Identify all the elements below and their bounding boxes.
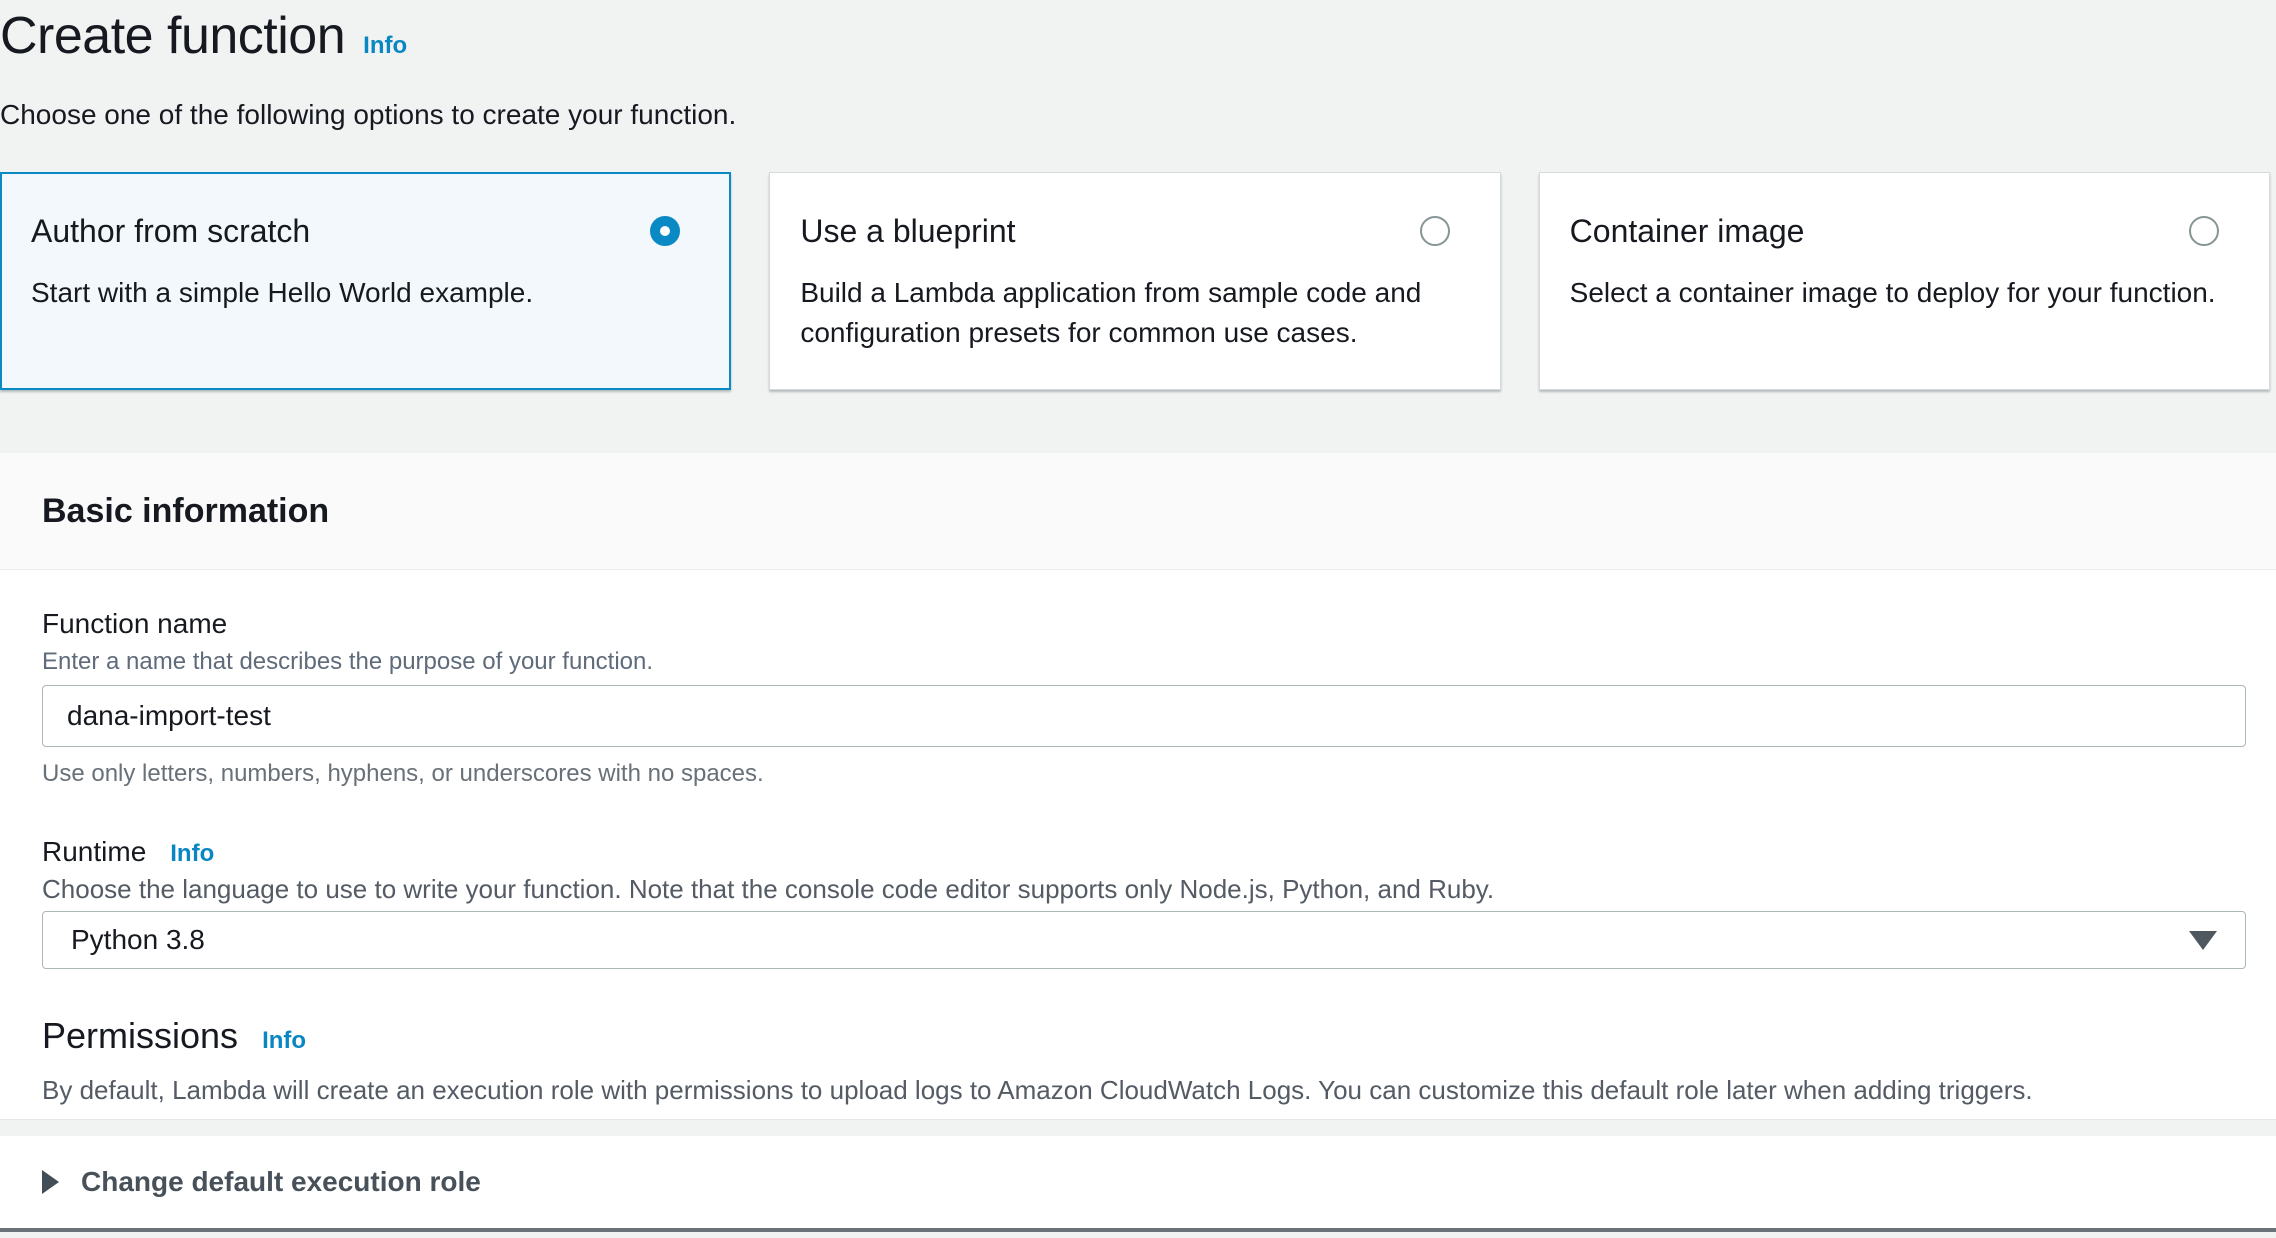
runtime-select[interactable]: Python 3.8	[42, 911, 2246, 969]
runtime-label: Runtime	[42, 835, 146, 869]
page-title: Create function	[0, 4, 345, 68]
option-card-container-image[interactable]: Container image Select a container image…	[1539, 172, 2270, 390]
basic-information-header: Basic information	[0, 453, 2276, 570]
option-card-description: Start with a simple Hello World example.	[31, 273, 680, 313]
permissions-info-link[interactable]: Info	[262, 1027, 306, 1055]
page-title-info-link[interactable]: Info	[363, 32, 407, 60]
radio-unselected-icon[interactable]	[1420, 216, 1450, 246]
dropdown-arrow-icon	[2189, 931, 2217, 950]
function-name-constraint: Use only letters, numbers, hyphens, or u…	[42, 759, 2246, 789]
basic-information-title: Basic information	[42, 492, 329, 531]
runtime-description: Choose the language to use to write your…	[42, 873, 2246, 905]
option-card-title: Author from scratch	[31, 211, 310, 251]
function-name-field: Function name Enter a name that describe…	[42, 607, 2246, 789]
option-card-title: Container image	[1570, 211, 1805, 251]
option-card-author-from-scratch[interactable]: Author from scratch Start with a simple …	[0, 172, 731, 390]
section-divider	[0, 1119, 2276, 1136]
permissions-title: Permissions	[42, 1014, 238, 1058]
radio-selected-icon[interactable]	[650, 216, 680, 246]
runtime-field: Runtime Info Choose the language to use …	[42, 835, 2246, 969]
runtime-info-link[interactable]: Info	[170, 840, 214, 868]
function-name-label: Function name	[42, 607, 227, 641]
permissions-header: Permissions Info	[42, 1014, 2246, 1058]
create-function-page: Create function Info Choose one of the f…	[0, 0, 2276, 1238]
change-execution-role-label: Change default execution role	[81, 1166, 481, 1198]
basic-information-body: Function name Enter a name that describe…	[0, 570, 2276, 1119]
function-name-input[interactable]	[42, 685, 2246, 747]
page-subtitle: Choose one of the following options to c…	[0, 98, 2276, 132]
function-name-description: Enter a name that describes the purpose …	[42, 647, 2246, 677]
option-card-description: Select a container image to deploy for y…	[1570, 273, 2219, 313]
permissions-description: By default, Lambda will create an execut…	[42, 1074, 2246, 1106]
option-card-description: Build a Lambda application from sample c…	[800, 273, 1449, 353]
basic-information-panel: Basic information Function name Enter a …	[0, 453, 2276, 1119]
radio-unselected-icon[interactable]	[2189, 216, 2219, 246]
option-card-title: Use a blueprint	[800, 211, 1015, 251]
change-execution-role-expander[interactable]: Change default execution role	[0, 1136, 2276, 1228]
expand-caret-icon	[42, 1170, 59, 1194]
option-card-use-a-blueprint[interactable]: Use a blueprint Build a Lambda applicati…	[769, 172, 1500, 390]
creation-option-cards: Author from scratch Start with a simple …	[0, 172, 2270, 390]
runtime-selected-value: Python 3.8	[71, 924, 205, 956]
page-header: Create function Info Choose one of the f…	[0, 0, 2276, 132]
bottom-divider	[0, 1228, 2276, 1232]
